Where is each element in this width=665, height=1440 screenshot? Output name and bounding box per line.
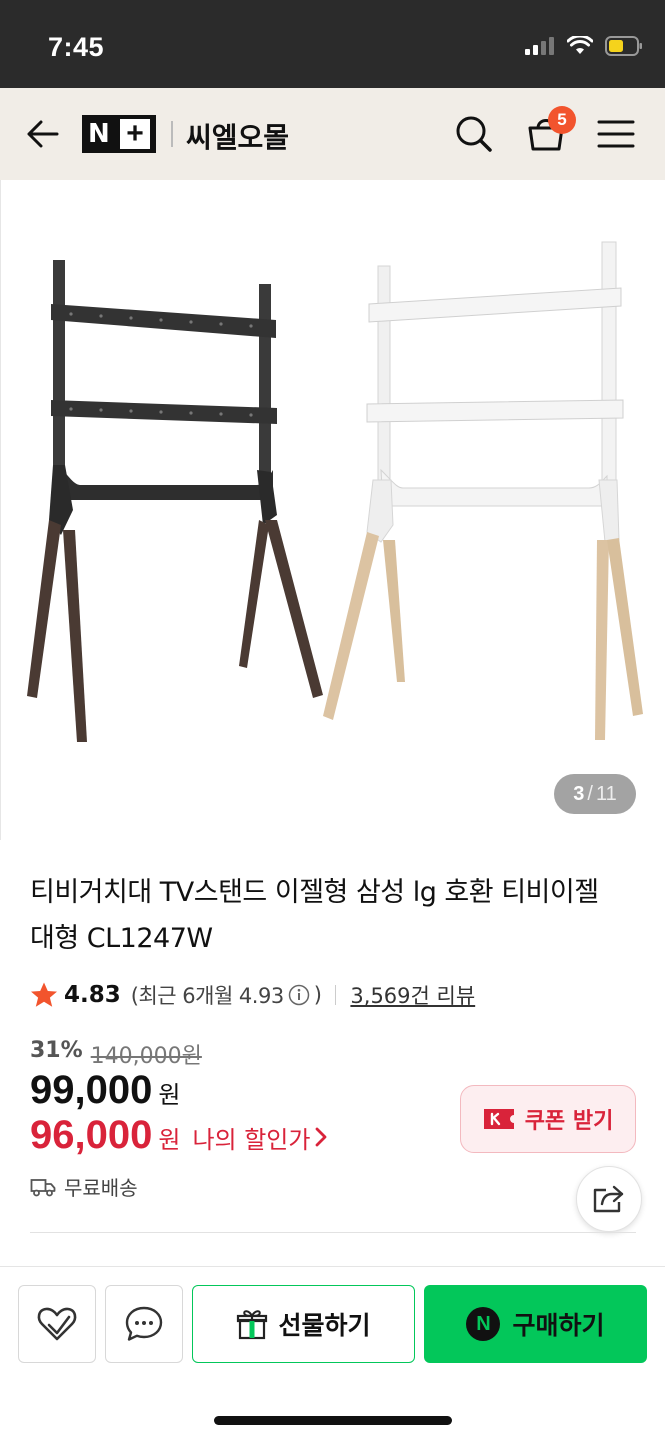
shipping-info: 무료배송 [30, 1172, 138, 1201]
battery-icon [605, 36, 642, 56]
sale-price-row: 99,000 원 [30, 1068, 180, 1113]
home-indicator [214, 1416, 452, 1425]
share-button[interactable] [576, 1166, 642, 1232]
gift-button[interactable]: 선물하기 [192, 1285, 415, 1363]
sale-price-unit: 원 [158, 1081, 181, 1109]
star-icon [31, 982, 57, 1007]
gift-label: 선물하기 [278, 1311, 371, 1340]
content-divider [30, 1232, 636, 1233]
buy-button[interactable]: N 구매하기 [424, 1285, 647, 1363]
image-counter-separator: / [587, 782, 593, 805]
original-price: 140,000원 [90, 1044, 202, 1069]
coupon-icon [483, 1109, 514, 1129]
search-icon [456, 116, 492, 152]
naver-plus-logo[interactable]: N + [82, 115, 156, 153]
info-icon[interactable] [288, 984, 310, 1006]
wishlist-button[interactable] [18, 1285, 96, 1363]
image-counter-total: 11 [595, 782, 617, 805]
gift-icon [237, 1310, 268, 1340]
product-image[interactable] [0, 180, 665, 840]
buy-label: 구매하기 [512, 1311, 605, 1340]
signal-icon [525, 37, 554, 55]
cart-count-badge: 5 [548, 106, 576, 134]
white-easel-stand [323, 241, 643, 740]
chevron-right-icon [316, 1127, 327, 1147]
tv-stand-product-photo [27, 241, 643, 742]
product-title: 티비거치대 TV스탠드 이젤형 삼성 lg 호환 티비이젤 대형 CL1247W [30, 877, 599, 954]
rating-separator [335, 985, 337, 1005]
sale-price: 99,000 [30, 1068, 153, 1112]
discount-row: 31% 140,000원 [30, 1038, 202, 1070]
coupon-label: 쿠폰 받기 [524, 1109, 614, 1134]
hamburger-menu-icon [597, 120, 635, 148]
share-icon [593, 1185, 624, 1213]
status-time: 7:45 [48, 32, 105, 62]
bottom-action-bar: 선물하기 N 구매하기 [0, 1266, 665, 1440]
logo-divider [171, 121, 173, 147]
logo-letter: N [88, 119, 110, 149]
chat-bubble-icon [125, 1306, 163, 1341]
logo-plus: + [120, 119, 150, 149]
my-discount-price-label: 나의 할인가 [192, 1126, 311, 1154]
review-count-link[interactable]: 3,569건 리뷰 [350, 980, 475, 1010]
rating-row: 4.83 (최근 6개월 4.93 ) 3,569건 리뷰 [30, 980, 475, 1010]
back-arrow-icon [27, 120, 59, 148]
talktalk-chat-button[interactable] [105, 1285, 183, 1363]
status-icons [525, 36, 643, 56]
naver-pay-icon: N [466, 1307, 501, 1341]
wifi-icon [567, 36, 593, 54]
discount-rate: 31% [30, 1038, 83, 1063]
recent-rating-close: ) [313, 983, 322, 1007]
back-button[interactable] [22, 114, 62, 154]
menu-button[interactable] [596, 116, 636, 152]
coupon-button[interactable]: 쿠폰 받기 [460, 1085, 636, 1153]
rating-score: 4.83 [64, 982, 121, 1008]
dark-easel-stand [27, 260, 323, 742]
shipping-text: 무료배송 [64, 1176, 138, 1200]
my-discount-price: 96,000 [30, 1113, 153, 1157]
image-counter-current: 3 [573, 782, 585, 805]
app-header: N + 씨엘오몰 [0, 88, 665, 180]
recent-rating-text: (최근 6개월 4.93 [130, 984, 284, 1008]
search-button[interactable] [452, 112, 496, 156]
status-bar: 7:45 [0, 0, 665, 88]
heart-check-icon [37, 1307, 77, 1341]
my-discount-price-row[interactable]: 96,000 원 나의 할인가 [30, 1113, 328, 1158]
my-discount-price-unit: 원 [158, 1126, 181, 1154]
image-counter: 3 / 11 [554, 774, 636, 814]
store-name[interactable]: 씨엘오몰 [186, 116, 289, 156]
truck-icon [30, 1178, 56, 1196]
